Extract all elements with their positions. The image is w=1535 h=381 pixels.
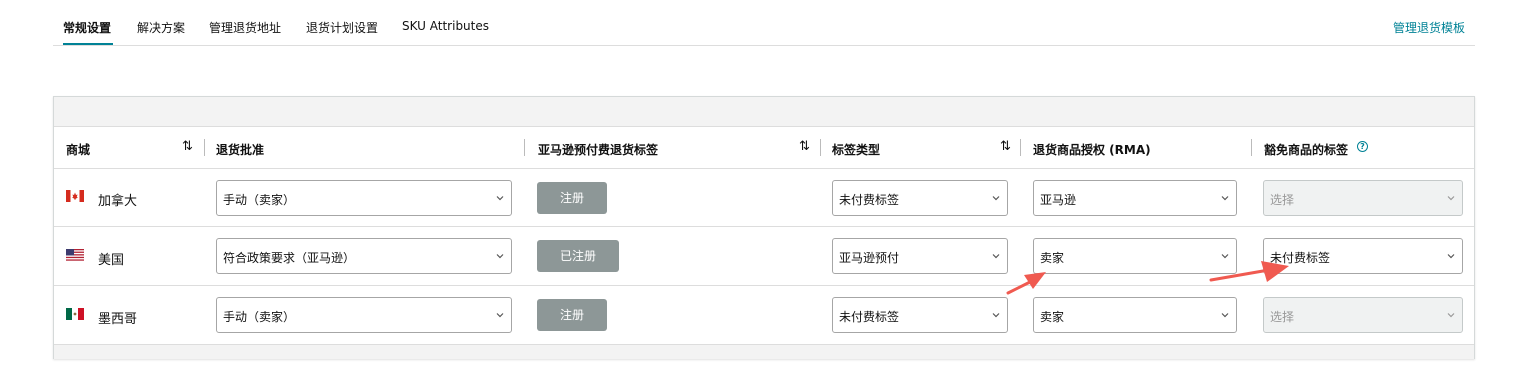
chevron-down-icon — [496, 196, 504, 201]
register-button[interactable]: 注册 — [537, 299, 607, 331]
rma-select[interactable]: 卖家 — [1033, 297, 1237, 333]
table-row: 墨西哥 手动（卖家） 注册 未付费标签 卖家 选择 — [54, 287, 1474, 345]
sort-label-type-icon[interactable]: ⇅ — [1000, 139, 1011, 154]
tab-bar: 常规设置 解决方案 管理退货地址 退货计划设置 SKU Attributes 管… — [53, 8, 1475, 46]
rma-select[interactable]: 亚马逊 — [1033, 180, 1237, 216]
column-divider — [820, 139, 821, 156]
table-footer — [54, 345, 1474, 359]
country-name: 美国 — [98, 253, 125, 268]
selected-value: 亚马逊预付 — [839, 251, 900, 265]
placeholder-value: 选择 — [1270, 310, 1295, 324]
column-divider — [524, 139, 525, 156]
tab-sku-attributes[interactable]: SKU Attributes — [402, 19, 489, 33]
selected-value: 亚马逊 — [1040, 193, 1077, 207]
selected-value: 未付费标签 — [839, 193, 900, 207]
tab-return-plan-settings[interactable]: 退货计划设置 — [306, 19, 378, 36]
col-marketplace: 商城 — [66, 143, 91, 157]
label-type-select[interactable]: 未付费标签 — [832, 180, 1008, 216]
annotation-arrow-icon — [1209, 261, 1289, 282]
mexico-flag-icon — [66, 308, 84, 320]
manage-return-templates-link[interactable]: 管理退货模板 — [1393, 19, 1465, 36]
col-prepaid-label: 亚马逊预付费退货标签 — [538, 143, 659, 157]
chevron-down-icon — [496, 254, 504, 259]
settings-table: 商城 ⇅ 退货批准 亚马逊预付费退货标签 ⇅ 标签类型 ⇅ 退货商品授权 (RM… — [53, 96, 1475, 359]
label-type-select[interactable]: 未付费标签 — [832, 297, 1008, 333]
tab-manage-return-address[interactable]: 管理退货地址 — [209, 19, 281, 36]
selected-value: 符合政策要求（亚马逊） — [223, 251, 356, 265]
table-row: 加拿大 手动（卖家） 注册 未付费标签 亚马逊 选择 — [54, 169, 1474, 227]
col-return-approval: 退货批准 — [216, 143, 265, 157]
chevron-down-icon — [1447, 196, 1455, 201]
return-approval-select[interactable]: 手动（卖家） — [216, 180, 512, 216]
tab-general-settings[interactable]: 常规设置 — [63, 19, 111, 36]
col-rma: 退货商品授权 (RMA) — [1033, 143, 1151, 157]
exempt-label-select: 选择 — [1263, 180, 1463, 216]
column-divider — [204, 139, 205, 156]
label-type-select[interactable]: 亚马逊预付 — [832, 238, 1008, 274]
sort-prepaid-label-icon[interactable]: ⇅ — [799, 139, 810, 154]
selected-value: 手动（卖家） — [223, 193, 296, 207]
placeholder-value: 选择 — [1270, 193, 1295, 207]
chevron-down-icon — [1447, 254, 1455, 259]
register-button[interactable]: 注册 — [537, 182, 607, 214]
selected-value: 手动（卖家） — [223, 310, 296, 324]
active-tab-indicator — [63, 43, 113, 45]
canada-flag-icon — [66, 190, 84, 202]
column-divider — [1251, 139, 1252, 156]
chevron-down-icon — [1447, 313, 1455, 318]
chevron-down-icon — [992, 254, 1000, 259]
chevron-down-icon — [992, 313, 1000, 318]
col-label-type: 标签类型 — [832, 143, 881, 157]
tab-solutions[interactable]: 解决方案 — [137, 19, 185, 36]
selected-value: 卖家 — [1040, 310, 1065, 324]
country-name: 墨西哥 — [98, 312, 138, 327]
chevron-down-icon — [992, 196, 1000, 201]
table-top-bar — [54, 97, 1474, 127]
registered-button[interactable]: 已注册 — [537, 240, 619, 272]
sort-marketplace-icon[interactable]: ⇅ — [182, 139, 193, 154]
exempt-label-select: 选择 — [1263, 297, 1463, 333]
usa-flag-icon — [66, 249, 84, 261]
table-header-row: 商城 ⇅ 退货批准 亚马逊预付费退货标签 ⇅ 标签类型 ⇅ 退货商品授权 (RM… — [54, 127, 1474, 169]
country-name: 加拿大 — [98, 194, 138, 209]
help-circle-icon[interactable]: ? — [1357, 141, 1368, 152]
chevron-down-icon — [1221, 196, 1229, 201]
chevron-down-icon — [496, 313, 504, 318]
chevron-down-icon — [1221, 313, 1229, 318]
annotation-arrow-icon — [1006, 272, 1046, 295]
return-approval-select[interactable]: 手动（卖家） — [216, 297, 512, 333]
column-divider — [1020, 139, 1021, 156]
return-approval-select[interactable]: 符合政策要求（亚马逊） — [216, 238, 512, 274]
col-exempt-label: 豁免商品的标签 — [1264, 143, 1349, 157]
selected-value: 未付费标签 — [839, 310, 900, 324]
